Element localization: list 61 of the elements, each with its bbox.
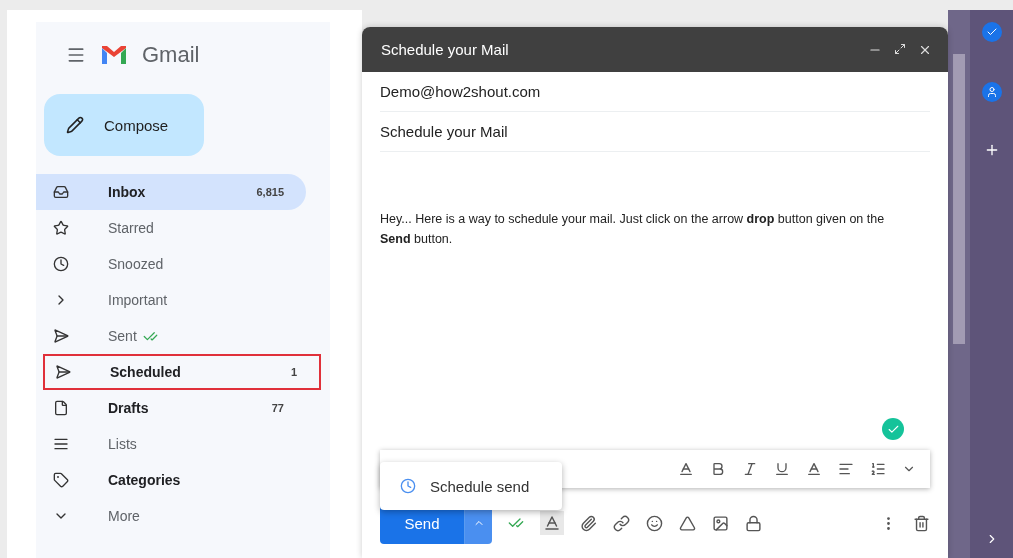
contacts-icon[interactable] [981, 82, 1002, 102]
bold-icon[interactable] [710, 461, 726, 477]
menu-item[interactable]: Schedule send [380, 477, 530, 495]
trash-icon[interactable] [913, 514, 930, 532]
align-icon[interactable] [838, 461, 854, 477]
sidebar-label: Important [108, 292, 168, 308]
numbered-list-icon[interactable] [870, 461, 886, 477]
envelope-logo-icon [100, 44, 128, 66]
sidebar-item[interactable]: Drafts 77 [36, 390, 306, 426]
item-count: 77 [271, 402, 284, 414]
item-count: 6,815 [256, 186, 284, 198]
item-count: 1 [290, 366, 297, 378]
sidebar-item[interactable]: Snoozed [36, 246, 306, 282]
sidebar-item[interactable]: Scheduled 1 [43, 354, 321, 390]
list-icon [53, 436, 69, 452]
clock-icon [400, 478, 416, 494]
sidebar-item[interactable]: Important [36, 282, 306, 318]
clock-icon [53, 256, 69, 272]
sent-icon [53, 328, 69, 344]
text-format-icon [543, 514, 561, 532]
triangle-icon[interactable] [679, 514, 696, 532]
image-icon[interactable] [712, 514, 729, 532]
sidebar-item[interactable]: Categories [36, 462, 306, 498]
sidebar-label: More [108, 508, 140, 524]
sidebar-item[interactable]: Starred [36, 210, 306, 246]
formatting-button[interactable] [540, 511, 564, 535]
sidebar-item[interactable]: Lists [36, 426, 306, 462]
emoji-icon[interactable] [646, 514, 663, 532]
file-icon [53, 400, 69, 416]
sidebar-label: Lists [108, 436, 137, 452]
sidebar-label: Scheduled [110, 364, 181, 380]
lock-icon[interactable] [745, 514, 762, 532]
underline-icon[interactable] [774, 461, 790, 477]
sidebar-label: Inbox [108, 184, 146, 200]
sidebar-label: Drafts [108, 400, 149, 416]
sidebar-label: Sent [108, 328, 137, 344]
subject-field[interactable]: Schedule your Mail [380, 112, 930, 152]
text-size-icon[interactable] [678, 461, 694, 477]
sidebar-item[interactable]: Inbox 6,815 [36, 174, 306, 210]
message-body: Hey... Here is a way to schedule your mail. Just click on the arrow drop button given on the Send button. [380, 212, 885, 246]
label-icon [53, 472, 69, 488]
expand-icon[interactable] [894, 42, 906, 55]
menu-icon[interactable] [66, 45, 86, 65]
sidebar-label: Snoozed [108, 256, 164, 272]
window-title: Schedule your Mail [381, 41, 510, 58]
sidebar-item[interactable]: Sent [36, 318, 306, 354]
sidebar-label: Starred [108, 220, 154, 236]
sidebar-item[interactable]: More [36, 498, 306, 534]
inbox-icon [53, 184, 69, 200]
paperclip-icon[interactable] [580, 514, 597, 532]
link-icon[interactable] [613, 514, 630, 532]
star-icon [53, 220, 69, 236]
compose-button[interactable]: Compose [44, 94, 204, 156]
text-color-icon[interactable] [806, 461, 822, 477]
recipient-field[interactable]: Demo@how2shout.com [380, 72, 930, 112]
pencil-icon [66, 116, 84, 134]
app-name: Gmail [142, 42, 200, 68]
sidebar-label: Categories [108, 472, 181, 488]
scrollbar[interactable] [953, 54, 965, 344]
italic-icon[interactable] [742, 461, 758, 477]
scheduled-icon [55, 364, 71, 380]
